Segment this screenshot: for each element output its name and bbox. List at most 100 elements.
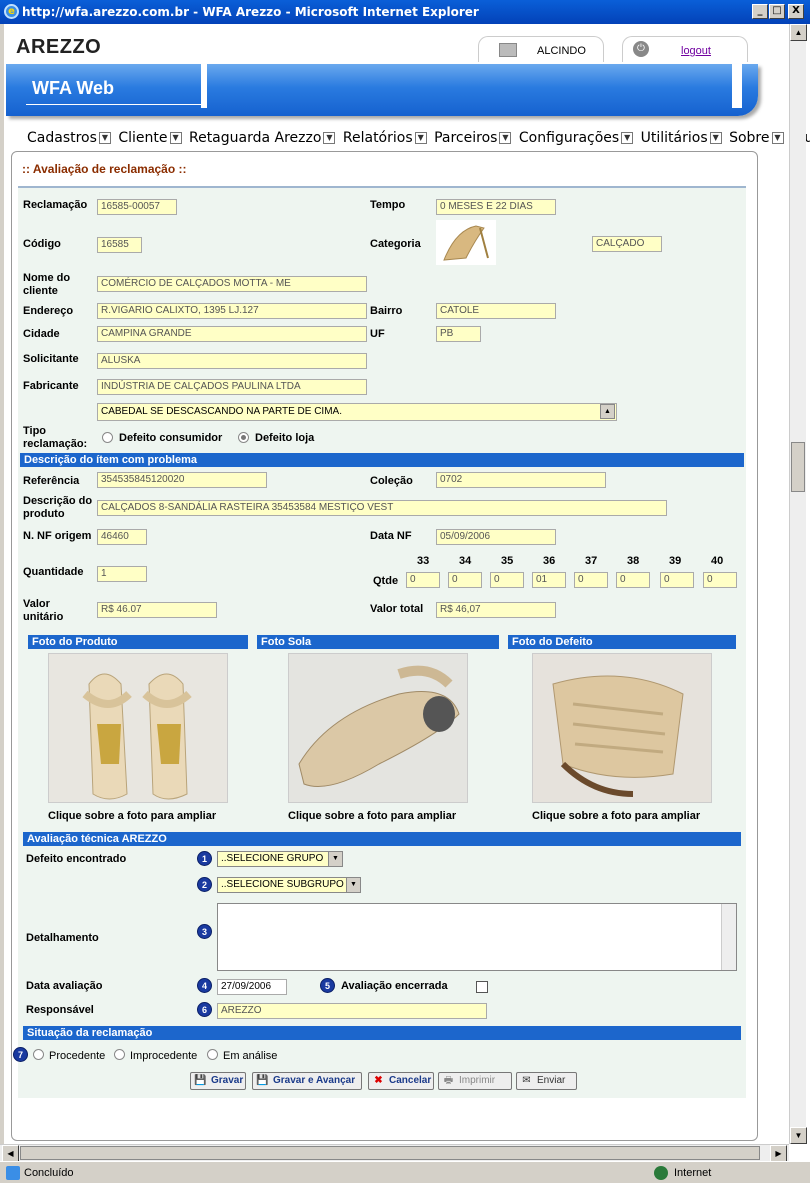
textarea-scrollbar[interactable]	[721, 904, 736, 970]
scroll-up-icon[interactable]: ▲	[600, 404, 615, 419]
sandal-photo-image	[82, 673, 192, 800]
logout-link[interactable]: logout	[681, 45, 711, 57]
nome-label: Nome do cliente	[23, 272, 71, 297]
window-title-bar: e http://wfa.arezzo.com.br - WFA Arezzo …	[0, 0, 810, 24]
valor-label: Valor unitário	[23, 598, 64, 623]
uf-field[interactable]: PB	[436, 326, 481, 342]
photo-caption: Clique sobre a foto para ampliar	[532, 810, 701, 822]
product-photo[interactable]	[48, 653, 228, 803]
quantidade-field[interactable]: 1	[97, 566, 147, 582]
banner-divider	[201, 64, 207, 108]
menu-cliente[interactable]: Cliente ▼	[118, 130, 182, 146]
maximize-button[interactable]: □	[769, 4, 785, 19]
em-analise-radio[interactable]	[207, 1049, 218, 1060]
foto-produto-header: Foto do Produto	[28, 635, 248, 649]
menu-retaguarda[interactable]: Retaguarda Arezzo ▼	[189, 130, 336, 146]
data-avaliacao-field[interactable]: 27/09/2006	[217, 979, 287, 995]
procedente-radio[interactable]	[33, 1049, 44, 1060]
menu-configuracoes[interactable]: Configurações ▼	[519, 130, 634, 146]
improcedente-radio[interactable]	[114, 1049, 125, 1060]
cidade-field[interactable]: CAMPINA GRANDE	[97, 326, 367, 342]
cancelar-button[interactable]: ✖ Cancelar	[368, 1072, 434, 1090]
datanf-field[interactable]: 05/09/2006	[436, 529, 556, 545]
referencia-field[interactable]: 354535845120020	[97, 472, 267, 488]
minimize-button[interactable]: _	[752, 4, 768, 19]
sole-photo[interactable]	[288, 653, 468, 803]
qty-field[interactable]: 0	[490, 572, 524, 588]
gravar-avancar-button[interactable]: 💾 Gravar e Avançar	[252, 1072, 362, 1090]
tempo-field[interactable]: 0 MESES E 22 DIAS	[436, 199, 556, 215]
tipo-consumidor-radio[interactable]	[102, 432, 113, 443]
scroll-right-icon[interactable]: ▶	[770, 1145, 787, 1162]
status-bar: Concluído Internet	[0, 1161, 810, 1183]
chevron-down-icon: ▼	[169, 132, 182, 144]
photo-caption: Clique sobre a foto para ampliar	[288, 810, 457, 822]
colecao-field[interactable]: 0702	[436, 472, 606, 488]
reclamacao-field[interactable]: 16585-00057	[97, 199, 177, 215]
enviar-button[interactable]: ✉ Enviar	[516, 1072, 577, 1090]
size-label: 34	[459, 555, 472, 567]
menu-cadastros[interactable]: Cadastros ▼	[27, 130, 111, 146]
scroll-down-icon[interactable]: ▼	[790, 1127, 807, 1144]
menu-relatorios[interactable]: Relatórios ▼	[343, 130, 427, 146]
power-icon[interactable]: ⏻	[633, 41, 649, 57]
close-button[interactable]: X	[788, 4, 804, 19]
user-card-icon	[499, 43, 517, 57]
codigo-field[interactable]: 16585	[97, 237, 142, 253]
qty-field[interactable]: 0	[406, 572, 440, 588]
step-badge: 3	[197, 924, 212, 939]
qty-field[interactable]: 0	[660, 572, 694, 588]
gravar-avancar-label: Gravar e Avançar	[273, 1075, 356, 1086]
nf-field[interactable]: 46460	[97, 529, 147, 545]
qty-field[interactable]: 01	[532, 572, 566, 588]
printer-icon: 🖶	[443, 1075, 454, 1086]
tipo-loja-label: Defeito loja	[255, 432, 315, 444]
scroll-up-icon[interactable]: ▲	[790, 24, 807, 41]
fabricante-field[interactable]: INDÚSTRIA DE CALÇADOS PAULINA LTDA	[97, 379, 367, 395]
gravar-button[interactable]: 💾 Gravar	[190, 1072, 246, 1090]
page-icon	[6, 1166, 20, 1180]
nome-field[interactable]: COMÉRCIO DE CALÇADOS MOTTA - ME	[97, 276, 367, 292]
tempo-label: Tempo	[370, 199, 406, 211]
categoria-field[interactable]: CALÇADO	[592, 236, 662, 252]
solicitante-label: Solicitante	[23, 353, 79, 365]
endereco-label: Endereço	[23, 305, 74, 317]
scroll-thumb[interactable]	[20, 1146, 760, 1160]
horizontal-scrollbar[interactable]: ◀ ▶	[0, 1144, 789, 1162]
scroll-left-icon[interactable]: ◀	[2, 1145, 19, 1162]
ie-icon: e	[4, 4, 19, 19]
fabricante-label: Fabricante	[23, 380, 79, 392]
subgrupo-select[interactable]: ..SELECIONE SUBGRUPO ▼	[217, 877, 361, 893]
grupo-select[interactable]: ..SELECIONE GRUPO ▼	[217, 851, 343, 867]
imprimir-button[interactable]: 🖶 Imprimir	[438, 1072, 512, 1090]
endereco-field[interactable]: R.VIGARIO CALIXTO, 1395 LJ.127	[97, 303, 367, 319]
menu-sobre[interactable]: Sobre ▼	[729, 130, 784, 146]
foto-defeito-header: Foto do Defeito	[508, 635, 736, 649]
tipo-loja-radio[interactable]	[238, 432, 249, 443]
solicitante-field[interactable]: ALUSKA	[97, 353, 367, 369]
sandal-thumbnail-image	[443, 225, 489, 261]
responsavel-label: Responsável	[26, 1004, 94, 1016]
observacao-textarea[interactable]: CABEDAL SE DESCASCANDO NA PARTE DE CIMA.	[97, 403, 617, 421]
detalhamento-textarea[interactable]	[217, 903, 737, 971]
menu-utilitarios[interactable]: Utilitários ▼	[641, 130, 722, 146]
menu-parceiros[interactable]: Parceiros ▼	[434, 130, 512, 146]
valor-field[interactable]: R$ 46.07	[97, 602, 217, 618]
vertical-scrollbar[interactable]: ▲ ▼	[789, 24, 807, 1144]
cidade-label: Cidade	[23, 328, 60, 340]
globe-icon	[654, 1166, 668, 1180]
qty-field[interactable]: 0	[703, 572, 737, 588]
defect-photo[interactable]	[532, 653, 712, 803]
scroll-thumb[interactable]	[791, 442, 805, 492]
save-icon: 💾	[194, 1075, 207, 1086]
total-field[interactable]: R$ 46,07	[436, 602, 556, 618]
photo-caption: Clique sobre a foto para ampliar	[48, 810, 217, 822]
qty-field[interactable]: 0	[616, 572, 650, 588]
qty-field[interactable]: 0	[574, 572, 608, 588]
descricao-field[interactable]: CALÇADOS 8-SANDÁLIA RASTEIRA 35453584 ME…	[97, 500, 667, 516]
bairro-field[interactable]: CATOLE	[436, 303, 556, 319]
step-badge: 7	[13, 1047, 28, 1062]
qty-field[interactable]: 0	[448, 572, 482, 588]
encerrada-checkbox[interactable]	[476, 981, 488, 993]
responsavel-field[interactable]: AREZZO	[217, 1003, 487, 1019]
